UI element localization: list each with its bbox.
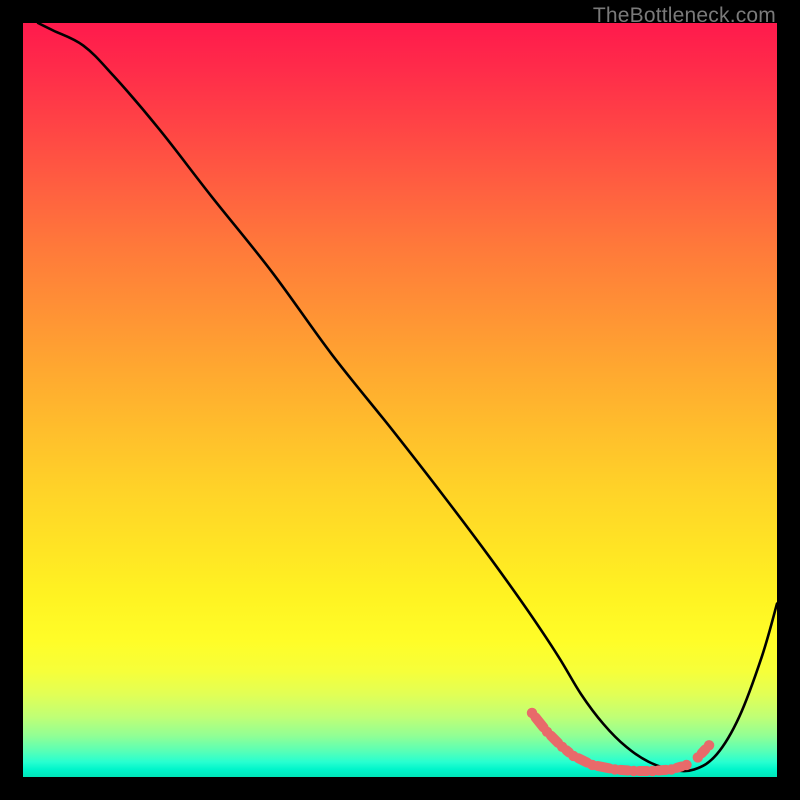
marker-segment bbox=[578, 758, 587, 762]
marker-segment bbox=[551, 736, 558, 743]
plot-area bbox=[23, 23, 777, 777]
marker-segment bbox=[535, 717, 543, 727]
marker-segment bbox=[620, 770, 628, 771]
marker-dot bbox=[704, 740, 714, 750]
main-curve bbox=[38, 23, 777, 771]
marker-segment bbox=[598, 766, 610, 768]
watermark-text: TheBottleneck.com bbox=[593, 4, 776, 28]
marker-dot bbox=[681, 760, 691, 770]
chart-container: TheBottleneck.com bbox=[0, 0, 800, 800]
marker-segment bbox=[658, 770, 666, 771]
marker-segment bbox=[566, 750, 569, 752]
marker-segment bbox=[677, 767, 682, 768]
marker-segment bbox=[702, 749, 706, 753]
chart-svg bbox=[23, 23, 777, 777]
